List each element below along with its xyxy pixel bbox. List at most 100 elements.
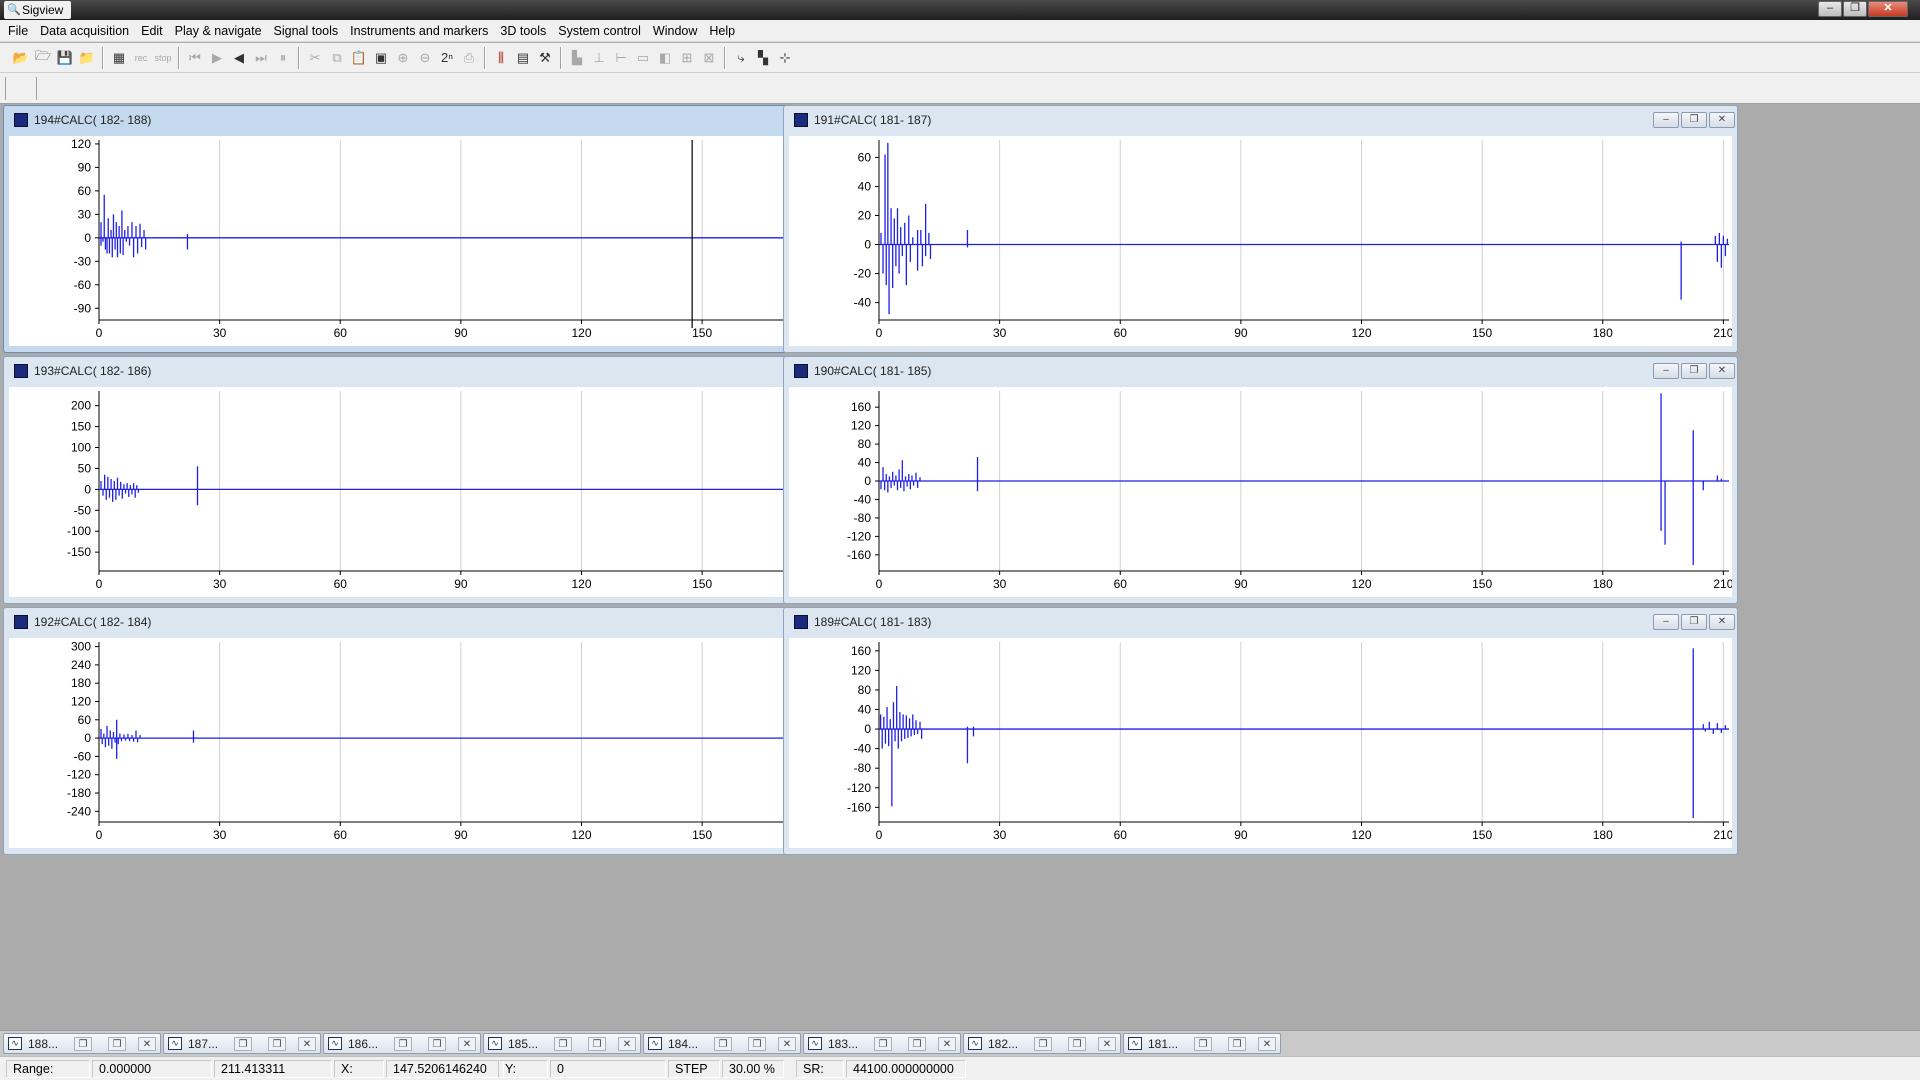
minimized-close-button[interactable]: ✕ xyxy=(778,1037,796,1051)
minimized-restore-button[interactable]: ❐ xyxy=(714,1037,732,1051)
marker-icon[interactable]: ⊥ xyxy=(589,47,610,68)
minimized-window-4[interactable]: ∿ 184... ❐ ❐ ✕ xyxy=(643,1033,801,1054)
menu-play-navigate[interactable]: Play & navigate xyxy=(169,20,268,42)
signal-plot[interactable]: 0 30 60 90 120 150 180 210 -160 -120 -80 -40 0 40 80 12… xyxy=(789,387,1732,597)
skip-end-icon[interactable]: ⏭ xyxy=(251,47,272,68)
minimized-window-1[interactable]: ∿ 187... ❐ ❐ ✕ xyxy=(163,1033,321,1054)
tools-icon[interactable]: ⚒ xyxy=(535,47,556,68)
minimized-restore-button[interactable]: ❐ xyxy=(234,1037,252,1051)
minimized-maximize-button[interactable]: ❐ xyxy=(428,1037,446,1051)
window-restore-button[interactable]: ❐ xyxy=(1681,614,1707,630)
print-icon[interactable]: ⎙ xyxy=(459,47,480,68)
app-close-button[interactable]: ✕ xyxy=(1868,1,1908,17)
minimized-restore-button[interactable]: ❐ xyxy=(1034,1037,1052,1051)
window-minimize-button[interactable]: – xyxy=(1653,112,1679,128)
cascade-icon[interactable]: ⤷ xyxy=(731,47,752,68)
minimized-close-button[interactable]: ✕ xyxy=(298,1037,316,1051)
open-project-icon[interactable]: 📁 xyxy=(77,47,98,68)
zoom-out-icon[interactable]: ⊖ xyxy=(415,47,436,68)
pause-icon[interactable]: ⏸ xyxy=(273,47,294,68)
open-multiple-icon[interactable]: 🗁 xyxy=(33,47,54,68)
signal-plot[interactable]: 0 30 60 90 120 150 180 210 -40 -20 0 20 40 60 xyxy=(789,136,1732,346)
signal-window-icon[interactable] xyxy=(794,113,808,127)
menu-data-acquisition[interactable]: Data acquisition xyxy=(34,20,135,42)
minimized-maximize-button[interactable]: ❐ xyxy=(748,1037,766,1051)
minimized-window-7[interactable]: ∿ 181... ❐ ❐ ✕ xyxy=(1123,1033,1281,1054)
signal-window-icon[interactable] xyxy=(14,113,28,127)
minimized-restore-button[interactable]: ❐ xyxy=(394,1037,412,1051)
window-minimize-button[interactable]: – xyxy=(1653,614,1679,630)
menu-file[interactable]: File xyxy=(2,20,34,42)
skip-start-icon[interactable]: ⏮ xyxy=(185,47,206,68)
minimized-maximize-button[interactable]: ❐ xyxy=(908,1037,926,1051)
window-close-button[interactable]: ✕ xyxy=(1709,363,1735,379)
window-layout-icon[interactable]: ▭ xyxy=(633,47,654,68)
minimized-close-button[interactable]: ✕ xyxy=(458,1037,476,1051)
minimized-window-3[interactable]: ∿ 185... ❐ ❐ ✕ xyxy=(483,1033,641,1054)
signal-window-1[interactable]: 191#CALC( 181- 187) – ❐ ✕ 0 30 60 90 120 150 180 21… xyxy=(783,105,1738,353)
minimized-maximize-button[interactable]: ❐ xyxy=(108,1037,126,1051)
minimized-maximize-button[interactable]: ❐ xyxy=(1228,1037,1246,1051)
menu-signal-tools[interactable]: Signal tools xyxy=(268,20,345,42)
cut-icon[interactable]: ✂ xyxy=(305,47,326,68)
fit-icon[interactable]: ⊠ xyxy=(699,47,720,68)
power-two-icon[interactable]: 2ⁿ xyxy=(437,47,458,68)
tile-icon[interactable]: ▚ xyxy=(753,47,774,68)
signal-window-icon[interactable] xyxy=(794,364,808,378)
stop-icon[interactable]: stop xyxy=(153,47,174,68)
signal-window-icon[interactable] xyxy=(794,615,808,629)
zoom-in-icon[interactable]: ⊕ xyxy=(393,47,414,68)
minimized-close-button[interactable]: ✕ xyxy=(138,1037,156,1051)
menu-instruments-and-markers[interactable]: Instruments and markers xyxy=(344,20,494,42)
window-close-button[interactable]: ✕ xyxy=(1709,112,1735,128)
minimized-window-5[interactable]: ∿ 183... ❐ ❐ ✕ xyxy=(803,1033,961,1054)
minimized-window-2[interactable]: ∿ 186... ❐ ❐ ✕ xyxy=(323,1033,481,1054)
minimized-restore-button[interactable]: ❐ xyxy=(874,1037,892,1051)
minimized-maximize-button[interactable]: ❐ xyxy=(268,1037,286,1051)
grid-icon[interactable]: ⊞ xyxy=(677,47,698,68)
menu-system-control[interactable]: System control xyxy=(552,20,647,42)
minimized-close-button[interactable]: ✕ xyxy=(1258,1037,1276,1051)
app-minimize-button[interactable]: – xyxy=(1818,1,1842,17)
tree-icon[interactable]: ⊹ xyxy=(775,47,796,68)
signal-plot[interactable]: 0 30 60 90 120 150 180 210 -160 -120 -80 -40 0 40 80 12… xyxy=(789,638,1732,848)
calculator-icon[interactable]: ▤ xyxy=(513,47,534,68)
cursor-icon[interactable]: ⊢ xyxy=(611,47,632,68)
minimized-restore-button[interactable]: ❐ xyxy=(74,1037,92,1051)
signal-analysis-icon[interactable]: ⫼ xyxy=(491,47,512,68)
minimized-maximize-button[interactable]: ❐ xyxy=(588,1037,606,1051)
menu-help[interactable]: Help xyxy=(703,20,741,42)
record-spectrum-icon[interactable]: ▦ xyxy=(109,47,130,68)
window-minimize-button[interactable]: – xyxy=(1653,363,1679,379)
minimized-window-0[interactable]: ∿ 188... ❐ ❐ ✕ xyxy=(3,1033,161,1054)
window-close-button[interactable]: ✕ xyxy=(1709,614,1735,630)
minimized-close-button[interactable]: ✕ xyxy=(1098,1037,1116,1051)
rec-icon[interactable]: rec xyxy=(131,47,152,68)
play-icon[interactable]: ▶ xyxy=(207,47,228,68)
minimized-maximize-button[interactable]: ❐ xyxy=(1068,1037,1086,1051)
play-reverse-icon[interactable]: ◀ xyxy=(229,47,250,68)
toolbar-grip[interactable] xyxy=(5,77,37,100)
signal-window-icon[interactable] xyxy=(14,615,28,629)
image-icon[interactable]: ▣ xyxy=(371,47,392,68)
open-folder-icon[interactable]: 📂 xyxy=(11,47,32,68)
window-restore-button[interactable]: ❐ xyxy=(1681,112,1707,128)
copy-icon[interactable]: ⧉ xyxy=(327,47,348,68)
app-restore-button[interactable]: ❐ xyxy=(1843,1,1867,17)
minimized-close-button[interactable]: ✕ xyxy=(938,1037,956,1051)
minimized-restore-button[interactable]: ❐ xyxy=(554,1037,572,1051)
snap-icon[interactable]: ◧ xyxy=(655,47,676,68)
paste-icon[interactable]: 📋 xyxy=(349,47,370,68)
menu-window[interactable]: Window xyxy=(647,20,703,42)
minimized-close-button[interactable]: ✕ xyxy=(618,1037,636,1051)
signal-window-5[interactable]: 189#CALC( 181- 183) – ❐ ✕ 0 30 60 90 120 150 180 21… xyxy=(783,607,1738,855)
window-restore-button[interactable]: ❐ xyxy=(1681,363,1707,379)
signal-window-icon[interactable] xyxy=(14,364,28,378)
signal-window-3[interactable]: 190#CALC( 181- 185) – ❐ ✕ 0 30 60 90 120 150 180 21… xyxy=(783,356,1738,604)
minimized-window-6[interactable]: ∿ 182... ❐ ❐ ✕ xyxy=(963,1033,1121,1054)
menu-edit[interactable]: Edit xyxy=(135,20,169,42)
save-icon[interactable]: 💾 xyxy=(55,47,76,68)
menu-3d-tools[interactable]: 3D tools xyxy=(494,20,552,42)
minimized-restore-button[interactable]: ❐ xyxy=(1194,1037,1212,1051)
histogram-icon[interactable]: ▙ xyxy=(567,47,588,68)
